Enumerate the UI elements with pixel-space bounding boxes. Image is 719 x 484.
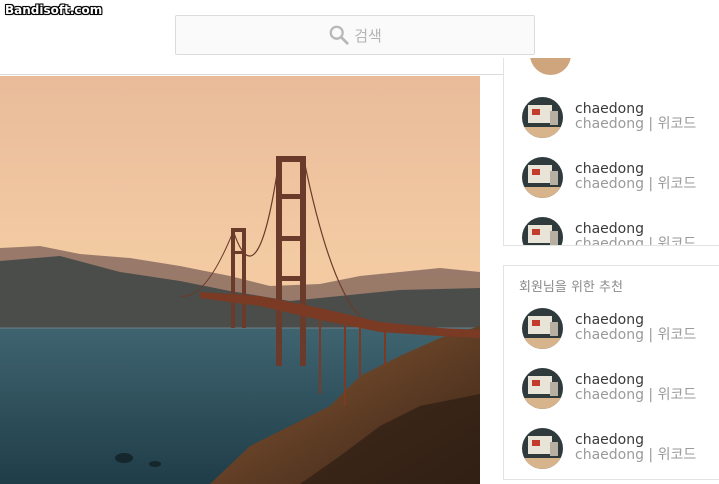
user-subtitle: chaedong | 위코드 <box>575 387 697 403</box>
username[interactable]: chaedong <box>575 102 696 117</box>
username[interactable]: chaedong <box>575 222 696 237</box>
recommendation-panel: 회원님을 위한 추천 chaedong chaedong | 위코드 chaed… <box>503 265 719 480</box>
recommended-user-row[interactable]: chaedong chaedong | 위코드 <box>522 216 697 246</box>
avatar[interactable] <box>530 58 571 75</box>
avatar[interactable] <box>522 216 563 245</box>
avatar[interactable] <box>522 427 563 469</box>
panel-title: 회원님을 위한 추천 <box>519 280 623 295</box>
search-input[interactable]: 검색 <box>175 15 535 55</box>
search-icon <box>329 25 349 45</box>
username[interactable]: chaedong <box>575 433 696 448</box>
recommended-user-row[interactable]: chaedong chaedong | 위코드 <box>522 96 696 138</box>
recommended-user-row[interactable]: chaedong chaedong | 위코드 <box>522 307 696 349</box>
username[interactable]: chaedong <box>575 162 696 177</box>
avatar[interactable] <box>522 307 563 349</box>
bridge-photo <box>0 76 480 484</box>
user-subtitle: chaedong | 위코드 <box>575 447 697 463</box>
recommended-user-row[interactable]: chaedong chaedong | 위코드 <box>522 427 696 469</box>
watermark-text: Bandisoft.com <box>5 3 103 17</box>
feed-post-image[interactable] <box>0 76 480 484</box>
user-subtitle: chaedong | 위코드 <box>575 176 697 192</box>
user-subtitle: chaedong | 위코드 <box>575 116 697 132</box>
username[interactable]: chaedong <box>575 373 696 388</box>
recommended-user-row[interactable]: chaedong chaedong | 위코드 <box>522 156 696 198</box>
recommendation-panel-top: chaedong chaedong | 위코드 chaedong chaedon… <box>503 58 719 246</box>
search-placeholder: 검색 <box>354 26 382 45</box>
avatar[interactable] <box>522 156 563 198</box>
user-subtitle: chaedong | 위코드 <box>575 236 697 246</box>
avatar[interactable] <box>522 367 563 409</box>
recommended-user-row[interactable]: chaedong chaedong | 위코드 <box>522 367 696 409</box>
username[interactable]: chaedong <box>575 313 696 328</box>
avatar[interactable] <box>522 96 563 138</box>
user-subtitle: chaedong | 위코드 <box>575 327 697 343</box>
